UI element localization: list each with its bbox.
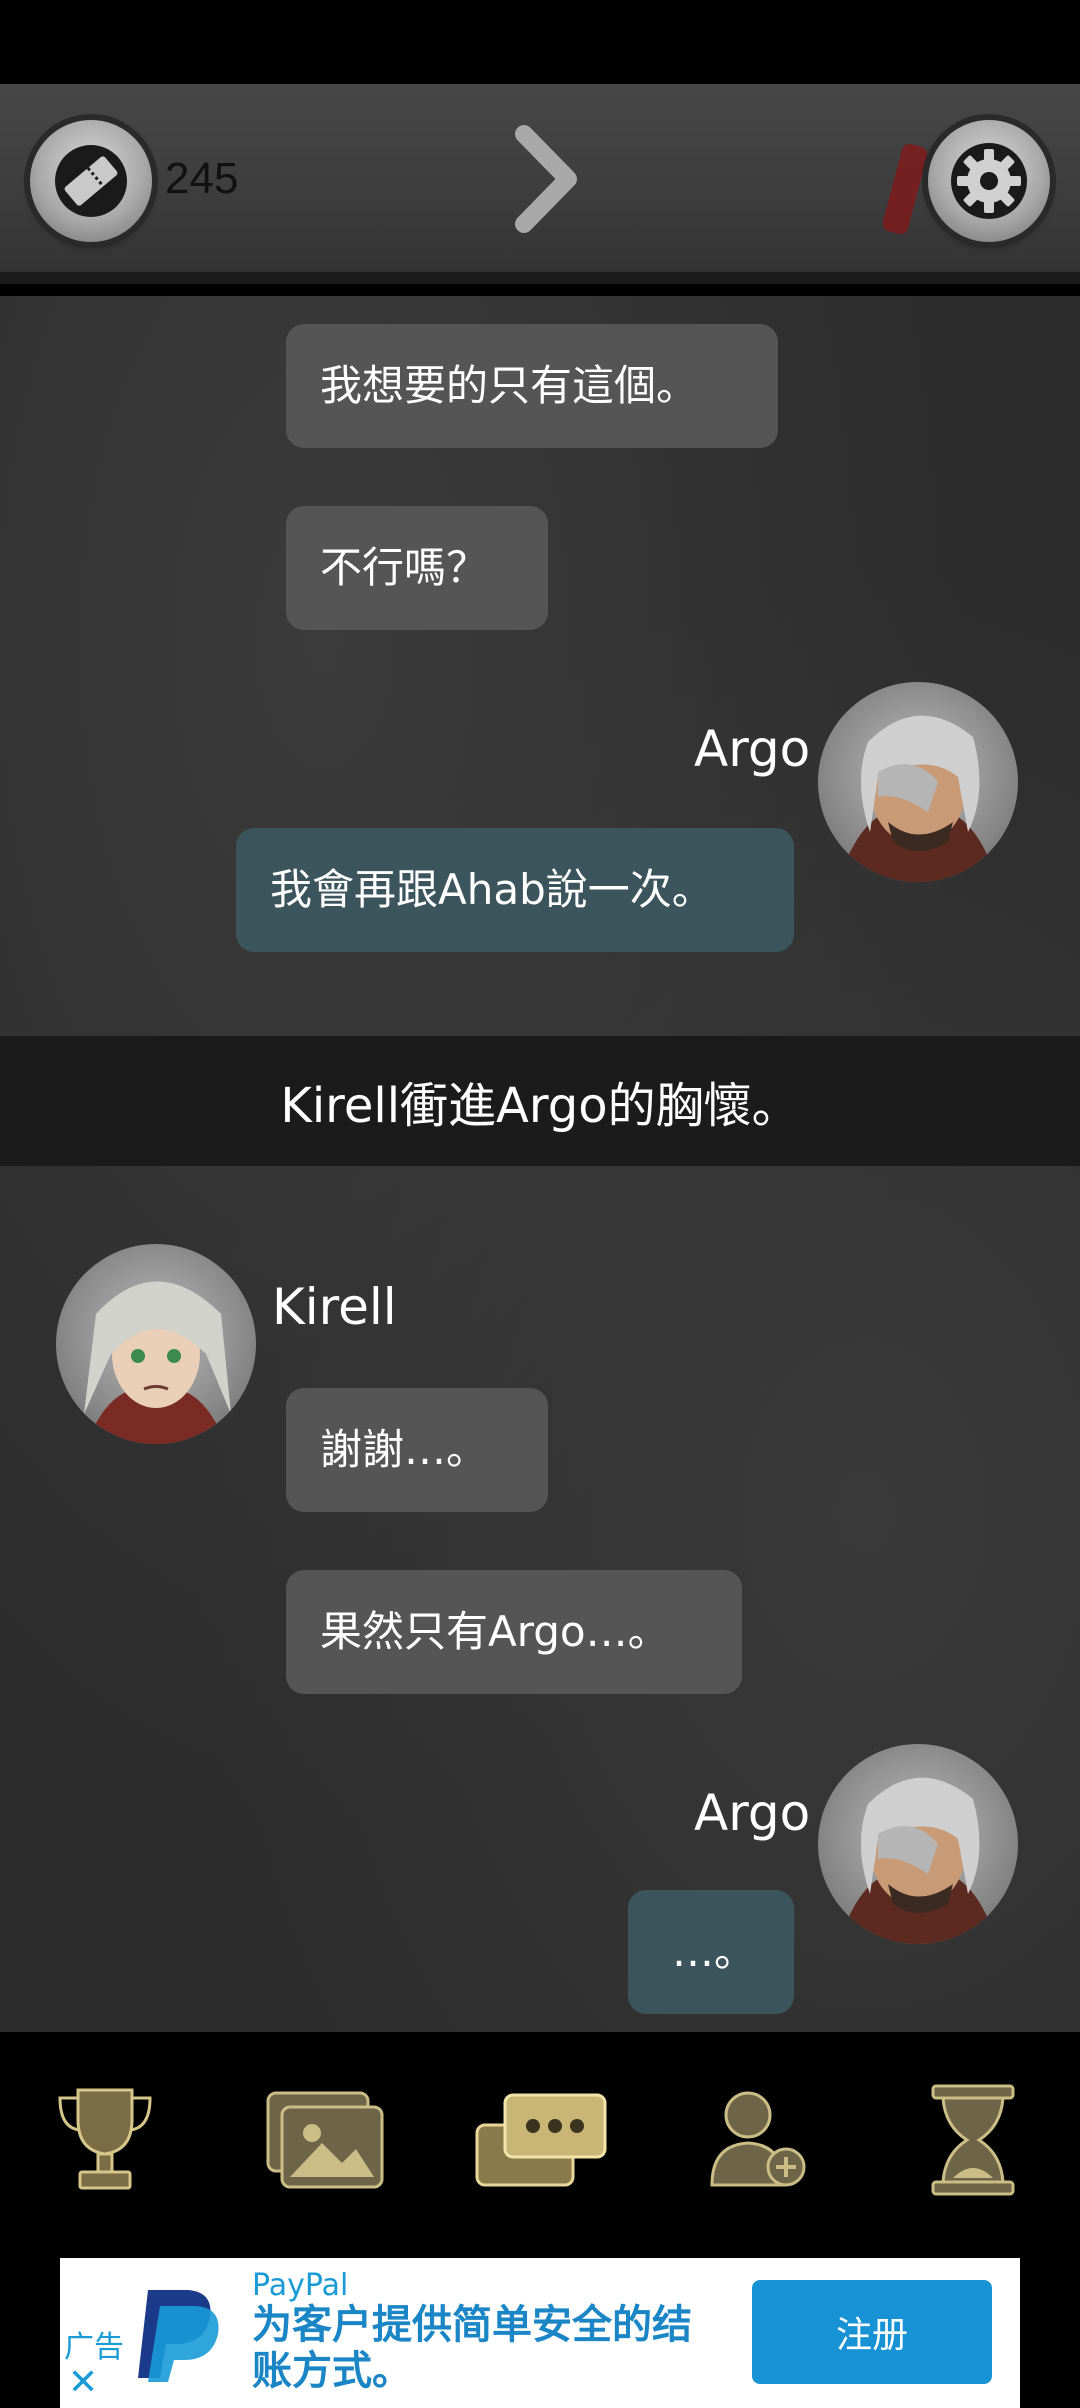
gallery-icon — [266, 2091, 384, 2189]
add-user-icon — [710, 2091, 806, 2187]
chevron-right-icon[interactable] — [510, 124, 580, 234]
kirell-portrait-icon — [84, 1281, 231, 1444]
top-toolbar: 245 — [0, 84, 1080, 284]
kirell-avatar[interactable] — [56, 1244, 256, 1444]
ad-close-button[interactable]: ✕ — [68, 2362, 98, 2403]
message-text: …。 — [672, 1927, 757, 1976]
message-text: 不行嗎？ — [320, 543, 489, 592]
nav-trophy[interactable] — [30, 2070, 180, 2210]
ad-label: 广告 — [64, 2330, 124, 2365]
status-bar — [0, 0, 1080, 84]
argo-portrait-icon — [838, 715, 998, 882]
ad-headline: 为客户提供简单安全的结账方式。 — [252, 2302, 692, 2394]
speaker-name: Argo — [694, 1784, 811, 1842]
ad-brand: PayPal — [252, 2268, 349, 2303]
message-text: 謝謝…。 — [320, 1425, 489, 1474]
nav-chat[interactable] — [466, 2070, 616, 2210]
trophy-icon — [58, 2088, 152, 2190]
message-text: 我會再跟Ahab說一次。 — [270, 865, 714, 914]
nav-hourglass[interactable] — [898, 2070, 1048, 2210]
chat-icon — [475, 2093, 607, 2187]
message-bubble: 我想要的只有這個。 — [286, 324, 778, 448]
ticket-count: 245 — [165, 154, 239, 203]
ticket-icon — [55, 145, 127, 217]
hourglass-icon — [931, 2084, 1015, 2196]
argo-avatar[interactable] — [818, 682, 1018, 882]
decorative-mark — [880, 142, 930, 236]
nav-add-user[interactable] — [684, 2070, 834, 2210]
settings-button[interactable] — [928, 120, 1050, 242]
ad-register-button[interactable]: 注册 — [752, 2280, 992, 2384]
message-bubble: …。 — [628, 1890, 794, 2014]
speaker-name: Kirell — [272, 1278, 397, 1336]
ticket-button[interactable] — [30, 120, 152, 242]
message-bubble: 我會再跟Ahab說一次。 — [236, 828, 794, 952]
gear-icon — [951, 143, 1027, 219]
bottom-nav — [0, 2032, 1080, 2258]
argo-portrait-icon — [838, 1777, 998, 1944]
argo-avatar[interactable] — [818, 1744, 1018, 1944]
chat-area[interactable]: 我想要的只有這個。 不行嗎？ Argo 我會再跟Ahab說一次。 Kirell衝… — [0, 296, 1080, 2032]
message-bubble: 不行嗎？ — [286, 506, 548, 630]
paypal-logo-icon — [138, 2290, 219, 2382]
speaker-name: Argo — [694, 720, 811, 778]
message-bubble: 謝謝…。 — [286, 1388, 548, 1512]
message-text: 果然只有Argo…。 — [320, 1607, 670, 1656]
ad-banner[interactable]: 广告 ✕ PayPal 为客户提供简单安全的结账方式。 注册 — [60, 2258, 1020, 2408]
message-text: 我想要的只有這個。 — [320, 361, 699, 410]
nav-gallery[interactable] — [250, 2070, 400, 2210]
narration-banner: Kirell衝進Argo的胸懷。 — [0, 1036, 1080, 1166]
narration-text: Kirell衝進Argo的胸懷。 — [280, 1078, 800, 1134]
message-bubble: 果然只有Argo…。 — [286, 1570, 742, 1694]
